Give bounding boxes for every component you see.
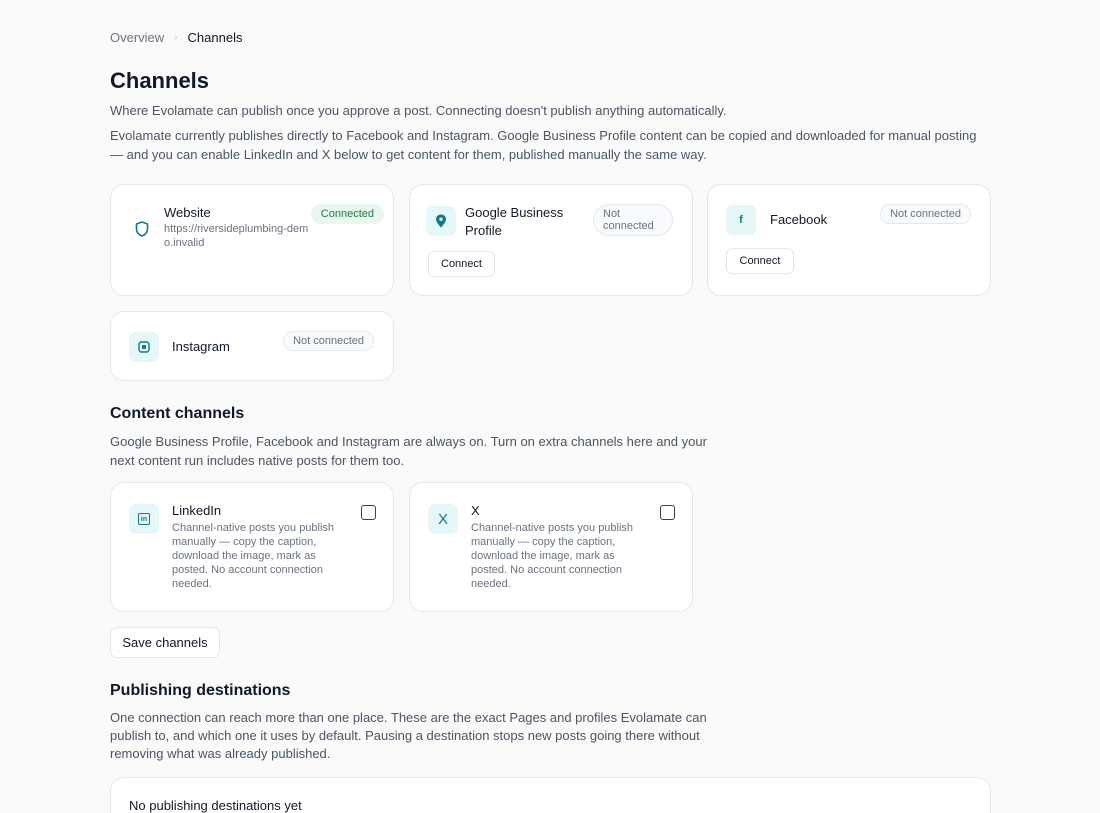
shield-icon [127,214,157,244]
instagram-icon [129,332,159,362]
page-intro: Where Evolamate can publish once you app… [110,103,727,118]
linkedin-icon: in [129,504,159,534]
google-business-connect-button[interactable]: Connect [428,251,495,277]
linkedin-name: LinkedIn [172,503,222,518]
instagram-name: Instagram [172,339,230,354]
linkedin-channel-card: in LinkedIn Channel-native posts you pub… [110,482,394,612]
facebook-name: Facebook [770,212,828,227]
google-business-status-badge: Not connected [593,204,673,236]
facebook-card: f Facebook Not connected Connect [707,184,991,296]
x-name: X [471,503,480,518]
linkedin-description: Channel-native posts you publish manuall… [172,522,335,590]
facebook-icon-glyph: f [739,214,743,226]
linkedin-enable-checkbox[interactable] [361,505,376,520]
x-description: Channel-native posts you publish manuall… [471,522,634,590]
breadcrumb-overview-link[interactable]: Overview [110,30,164,45]
google-business-card: Google Business Profile Not connected Co… [409,184,693,296]
publishing-destinations-title: Publishing destinations [110,682,291,699]
instagram-card: Instagram Not connected [110,311,394,381]
x-channel-card: X X Channel-native posts you publish man… [409,482,693,612]
google-business-name: Google Business Profile [465,205,564,238]
website-url: https://riversideplumbing-demo.invalid [164,223,309,249]
map-pin-icon [426,206,456,236]
linkedin-icon-glyph: in [138,513,150,525]
instagram-status-badge: Not connected [283,331,374,351]
website-card: Website https://riversideplumbing-demo.i… [110,184,394,296]
facebook-connect-button[interactable]: Connect [726,248,794,274]
content-channels-description: Google Business Profile, Facebook and In… [110,434,707,468]
breadcrumb-separator-icon: › [174,32,178,43]
publishing-destinations-description: One connection can reach more than one p… [110,710,707,761]
x-icon: X [428,504,458,534]
save-channels-button[interactable]: Save channels [110,627,220,658]
page-title: Channels [110,68,210,93]
website-name: Website [164,205,211,220]
publishing-destinations-card: No publishing destinations yet [110,777,991,813]
facebook-status-badge: Not connected [880,204,971,224]
breadcrumb: Overview › Channels [110,30,242,45]
breadcrumb-current: Channels [187,30,243,45]
x-icon-glyph: X [437,510,448,528]
website-status-badge: Connected [310,204,384,224]
content-channels-title: Content channels [110,405,245,422]
x-enable-checkbox[interactable] [660,505,675,520]
page-note: Evolamate currently publishes directly t… [110,128,977,162]
facebook-icon: f [726,205,756,235]
publishing-destinations-empty: No publishing destinations yet [129,798,302,813]
